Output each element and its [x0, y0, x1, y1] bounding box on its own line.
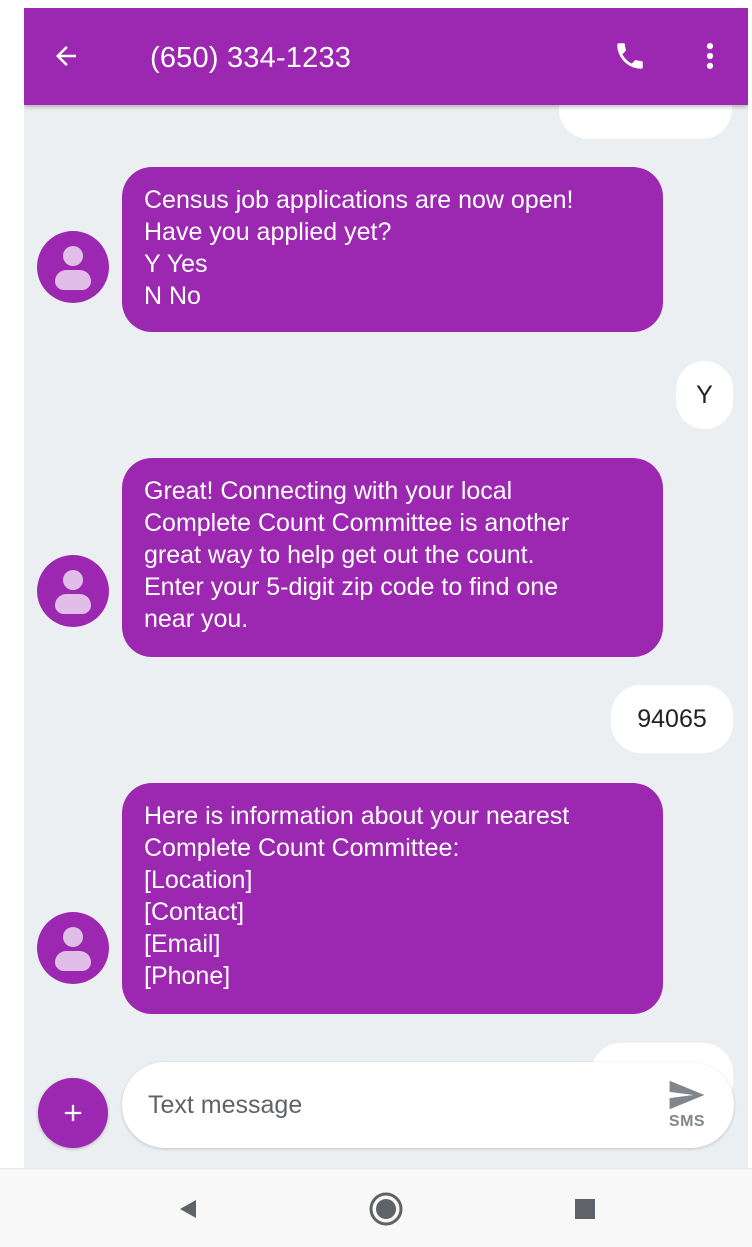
- message-line: near you.: [144, 605, 249, 633]
- outgoing-message[interactable]: 94065: [611, 685, 733, 753]
- app-bar: (650) 334-1233: [24, 8, 748, 105]
- message-line: Great! Connecting with your local: [144, 477, 513, 505]
- nav-back-button[interactable]: [164, 1185, 212, 1233]
- incoming-message[interactable]: Census job applications are now open! Ha…: [122, 167, 663, 332]
- status-bar: [0, 0, 752, 8]
- contact-avatar[interactable]: [37, 555, 109, 627]
- more-vert-icon: [706, 42, 714, 70]
- nav-home-circle-icon: [369, 1192, 403, 1226]
- message-line: Have you applied yet?: [144, 218, 392, 246]
- incoming-message[interactable]: Here is information about your nearest C…: [122, 783, 663, 1014]
- message-line: [Email]: [144, 930, 221, 958]
- navigation-bar: [0, 1168, 752, 1247]
- message-line: Here is information about your nearest: [144, 802, 570, 830]
- conversation-list[interactable]: Reminder? Census job applications are no…: [24, 105, 748, 1168]
- plus-icon: [64, 1104, 82, 1122]
- avatar-body: [55, 951, 91, 971]
- messages-app: (650) 334-1233 Reminder?: [24, 8, 748, 1168]
- avatar-head: [63, 570, 83, 590]
- compose-bar: SMS: [24, 1062, 748, 1168]
- send-button[interactable]: SMS: [654, 1072, 720, 1138]
- incoming-message[interactable]: Great! Connecting with your local Comple…: [122, 458, 663, 657]
- message-line: great way to help get out the count.: [144, 541, 535, 569]
- message-line: Complete Count Committee:: [144, 834, 460, 862]
- nav-recents-button[interactable]: [561, 1185, 609, 1233]
- conversation-title: (650) 334-1233: [150, 42, 352, 74]
- message-line: [Location]: [144, 866, 253, 894]
- back-button[interactable]: [46, 36, 86, 76]
- more-options-button[interactable]: [690, 36, 730, 76]
- send-label: SMS: [668, 1113, 706, 1130]
- outgoing-message[interactable]: Reminder?: [559, 105, 732, 139]
- arrow-back-icon: [56, 46, 76, 66]
- message-text: Y: [696, 381, 713, 409]
- compose-field: SMS: [122, 1062, 734, 1148]
- nav-recents-square-icon: [575, 1199, 595, 1219]
- message-input[interactable]: [148, 1083, 618, 1127]
- avatar-body: [55, 594, 91, 614]
- phone-screen: (650) 334-1233 Reminder?: [0, 0, 752, 1247]
- message-line: Census job applications are now open!: [144, 186, 574, 214]
- message-text: Reminder?: [577, 105, 714, 113]
- message-line: [Contact]: [144, 898, 245, 926]
- nav-home-button[interactable]: [362, 1185, 410, 1233]
- nav-back-triangle-icon: [180, 1200, 196, 1218]
- message-line: Y Yes: [144, 250, 208, 278]
- message-line: N No: [144, 282, 201, 310]
- contact-avatar[interactable]: [37, 231, 109, 303]
- message-line: Enter your 5-digit zip code to find one: [144, 573, 559, 601]
- phone-icon: [617, 43, 643, 69]
- contact-avatar[interactable]: [37, 912, 109, 984]
- attach-button[interactable]: [38, 1078, 108, 1148]
- message-text: 94065: [637, 705, 707, 733]
- send-icon: [669, 1080, 705, 1110]
- message-line: [Phone]: [144, 962, 231, 990]
- avatar-body: [55, 270, 91, 290]
- outgoing-message[interactable]: Y: [676, 361, 733, 429]
- call-button[interactable]: [610, 36, 650, 76]
- avatar-head: [63, 246, 83, 266]
- avatar-head: [63, 927, 83, 947]
- message-line: Complete Count Committee is another: [144, 509, 570, 537]
